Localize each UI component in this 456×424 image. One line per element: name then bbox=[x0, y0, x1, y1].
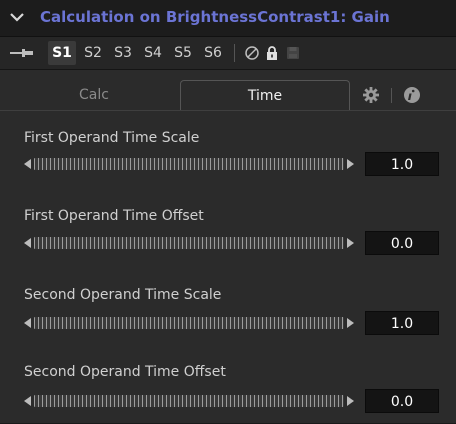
version-button-s3[interactable]: S3 bbox=[110, 41, 136, 65]
tab-divider bbox=[391, 88, 392, 103]
control-label: Second Operand Time Scale bbox=[24, 287, 222, 303]
increment-arrow-icon[interactable] bbox=[347, 318, 354, 328]
inspector-panel: Calculation on BrightnessContrast1: Gain… bbox=[0, 0, 456, 424]
value-field[interactable]: 1.0 bbox=[365, 152, 439, 176]
control-label: Second Operand Time Offset bbox=[24, 364, 226, 380]
panel-title: Calculation on BrightnessContrast1: Gain bbox=[40, 8, 390, 26]
version-toolbar: S1 S2 S3 S4 S5 S6 bbox=[0, 37, 456, 70]
decrement-arrow-icon[interactable] bbox=[24, 159, 31, 169]
slider-track[interactable] bbox=[34, 158, 344, 170]
slider-track[interactable] bbox=[34, 237, 344, 249]
slider-track[interactable] bbox=[34, 317, 344, 329]
version-button-s4[interactable]: S4 bbox=[140, 41, 166, 65]
tab-time[interactable]: Time bbox=[180, 80, 350, 110]
value-field[interactable]: 0.0 bbox=[365, 389, 439, 413]
time-scale-slider[interactable] bbox=[24, 314, 354, 332]
toolbar-divider bbox=[234, 44, 235, 62]
panel-header: Calculation on BrightnessContrast1: Gain bbox=[0, 0, 456, 37]
increment-arrow-icon[interactable] bbox=[347, 396, 354, 406]
tab-calc[interactable]: Calc bbox=[10, 80, 178, 110]
time-scale-slider[interactable] bbox=[24, 155, 354, 173]
decrement-arrow-icon[interactable] bbox=[24, 396, 31, 406]
version-button-s1[interactable]: S1 bbox=[48, 41, 76, 65]
pin-icon[interactable] bbox=[10, 46, 36, 60]
increment-arrow-icon[interactable] bbox=[347, 238, 354, 248]
value-field[interactable]: 1.0 bbox=[365, 311, 439, 335]
tab-bar: Calc Time bbox=[0, 80, 456, 111]
version-button-s5[interactable]: S5 bbox=[170, 41, 196, 65]
version-button-s2[interactable]: S2 bbox=[80, 41, 106, 65]
decrement-arrow-icon[interactable] bbox=[24, 238, 31, 248]
slider-track[interactable] bbox=[34, 395, 344, 407]
disable-icon[interactable] bbox=[244, 45, 260, 61]
decrement-arrow-icon[interactable] bbox=[24, 318, 31, 328]
save-icon[interactable] bbox=[285, 45, 301, 61]
chevron-down-icon[interactable] bbox=[8, 8, 26, 26]
version-button-s6[interactable]: S6 bbox=[200, 41, 226, 65]
time-offset-slider[interactable] bbox=[24, 392, 354, 410]
time-offset-slider[interactable] bbox=[24, 234, 354, 252]
control-label: First Operand Time Offset bbox=[24, 208, 204, 224]
increment-arrow-icon[interactable] bbox=[347, 159, 354, 169]
info-icon[interactable] bbox=[403, 86, 421, 104]
gear-icon[interactable] bbox=[362, 86, 380, 104]
lock-icon[interactable] bbox=[264, 45, 280, 61]
control-label: First Operand Time Scale bbox=[24, 130, 200, 146]
value-field[interactable]: 0.0 bbox=[365, 231, 439, 255]
